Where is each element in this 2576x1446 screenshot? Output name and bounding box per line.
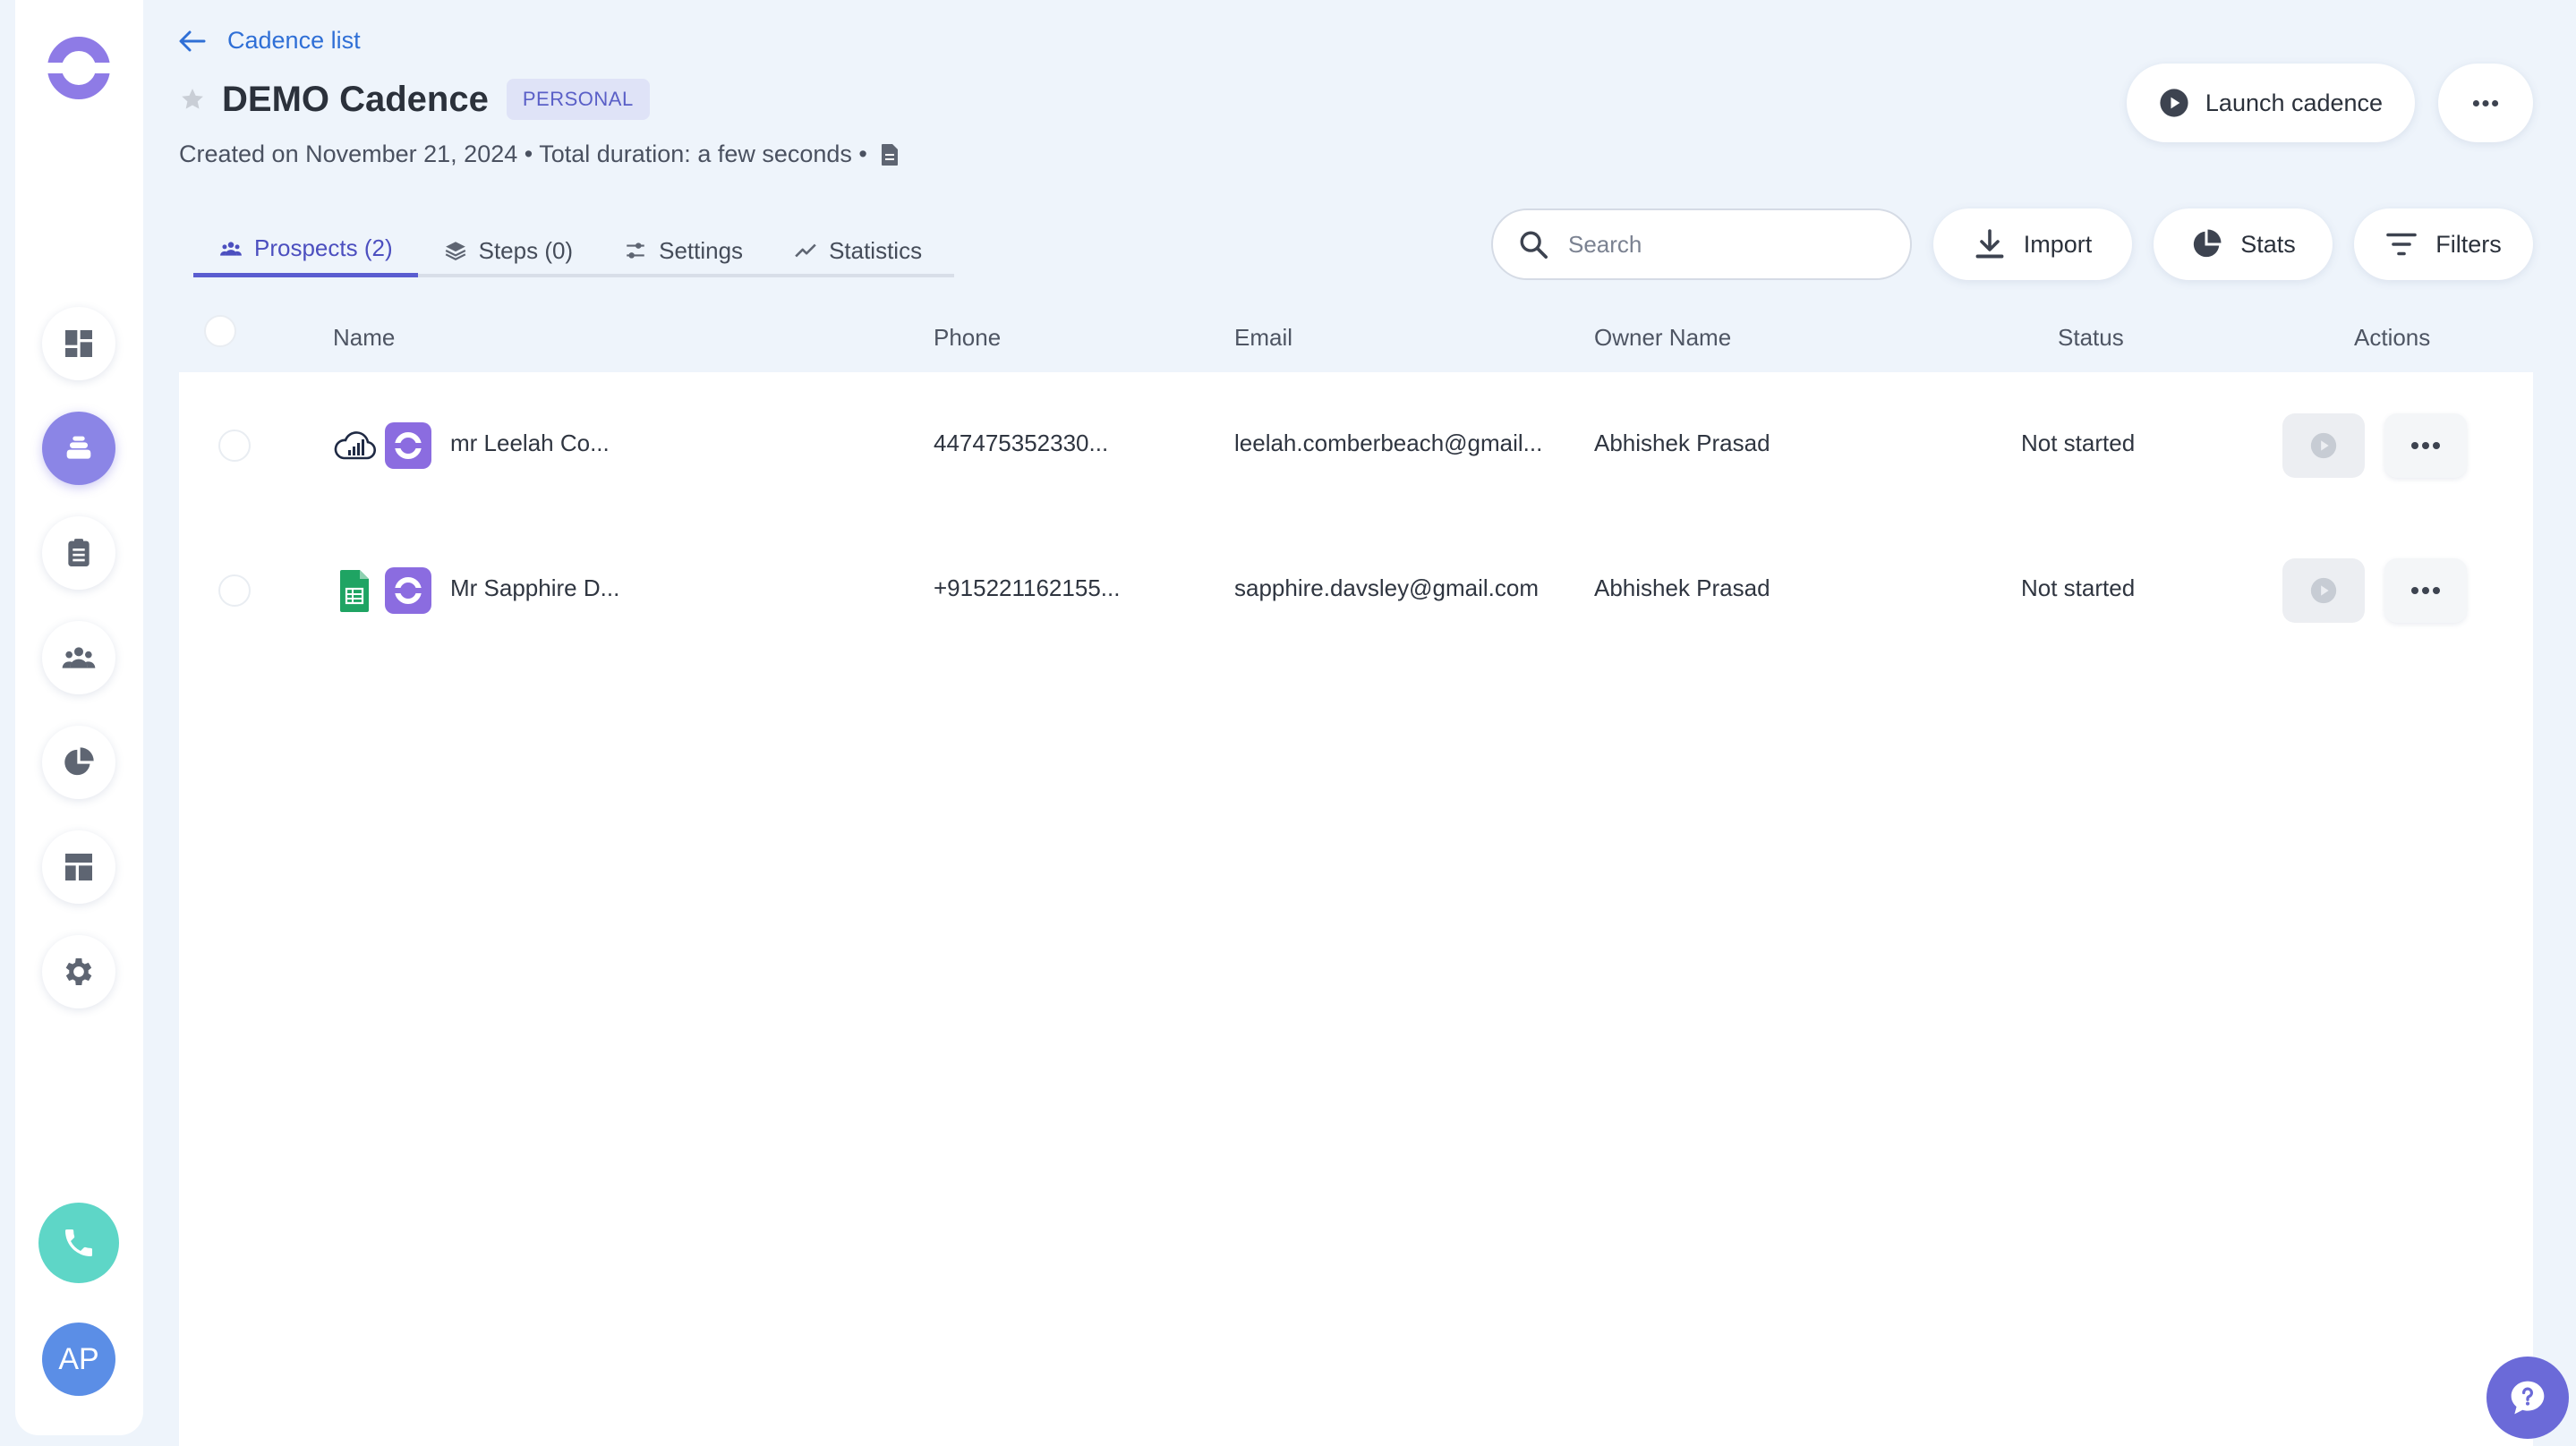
filters-label: Filters [2435,230,2502,258]
prospect-email: leelah.comberbeach@gmail... [1234,430,1543,456]
row-more-button[interactable] [2384,558,2467,623]
stats-button[interactable]: Stats [2154,208,2333,280]
launch-cadence-label: Launch cadence [2205,89,2384,116]
dialer-button[interactable] [38,1203,119,1283]
document-icon[interactable] [880,143,900,166]
layout-icon [65,854,92,880]
column-header-owner[interactable]: Owner Name [1594,324,1731,352]
column-header-name[interactable]: Name [333,324,395,352]
sidebar-item-tasks[interactable] [42,516,115,590]
download-icon [1975,229,2004,259]
table-row[interactable]: Mr Sapphire D... +915221162155... sapphi… [179,517,2533,662]
app-logo[interactable] [45,34,113,102]
column-header-status[interactable]: Status [2058,324,2124,352]
google-sheets-icon [340,570,369,612]
play-circle-icon [2310,432,2337,459]
sidebar-item-dashboard[interactable] [42,307,115,380]
avatar[interactable]: AP [42,1323,115,1396]
more-horizontal-icon [2472,99,2499,106]
back-to-cadence-list-link[interactable]: Cadence list [179,27,361,55]
prospect-status: Not started [2021,430,2136,456]
search-icon [1520,231,1548,259]
app-brand-icon [385,567,431,614]
row-more-button[interactable] [2384,413,2467,478]
stats-label: Stats [2240,230,2296,258]
tab-steps-label: Steps (0) [478,236,574,264]
sidebar-item-reports[interactable] [42,726,115,799]
avatar-initials: AP [58,1341,99,1376]
import-label: Import [2023,230,2093,258]
cadence-icon [66,436,91,459]
pie-chart-icon [2194,229,2222,258]
pie-chart-icon [64,747,94,776]
prospects-table: mr Leelah Co... 447475352330... leelah.c… [179,372,2533,1446]
more-options-button[interactable] [2438,64,2533,142]
people-icon [220,241,242,256]
column-header-actions: Actions [2354,324,2431,351]
search-box [1491,208,1912,280]
dashboard-icon [65,330,92,357]
row-checkbox[interactable] [218,430,251,462]
play-circle-icon [2160,89,2188,117]
people-icon [62,647,96,668]
more-horizontal-icon [2411,442,2440,449]
logo-icon [391,577,425,604]
cadence-meta-text: Created on November 21, 2024 • Total dur… [179,140,867,167]
prospect-email: sapphire.davsley@gmail.com [1234,574,1539,601]
help-chat-button[interactable] [2486,1357,2569,1439]
row-play-button[interactable] [2282,413,2365,478]
prospect-owner: Abhishek Prasad [1594,430,1770,456]
sliders-icon [627,242,644,259]
tab-statistics[interactable]: Statistics [768,224,947,277]
tab-statistics-label: Statistics [829,236,923,264]
prospect-status: Not started [2021,574,2136,601]
layers-icon [445,242,465,260]
prospect-name[interactable]: Mr Sapphire D... [450,574,619,602]
sidebar-item-cadences[interactable] [42,412,115,485]
logo-icon [391,432,425,459]
table-header: Name Phone Email Owner Name Status Actio… [179,301,2533,372]
table-row[interactable]: mr Leelah Co... 447475352330... leelah.c… [179,372,2533,517]
sidebar-item-people[interactable] [42,621,115,694]
search-input[interactable] [1568,230,1890,259]
row-checkbox[interactable] [218,574,251,607]
sidebar: AP [15,0,143,1435]
select-all-checkbox[interactable] [204,315,236,347]
more-horizontal-icon [2411,587,2440,594]
prospect-phone: 447475352330... [934,430,1109,456]
chat-help-icon [2511,1381,2545,1415]
title-row: DEMO Cadence PERSONAL [179,79,650,120]
column-header-phone[interactable]: Phone [934,324,1001,352]
visibility-badge: PERSONAL [506,79,650,120]
filters-button[interactable]: Filters [2354,208,2533,280]
sidebar-item-settings[interactable] [42,935,115,1008]
prospect-name[interactable]: mr Leelah Co... [450,430,610,457]
play-circle-icon [2310,577,2337,604]
sidebar-item-templates[interactable] [42,830,115,904]
star-icon[interactable] [179,86,206,113]
app-brand-icon [385,422,431,469]
prospect-owner: Abhishek Prasad [1594,574,1770,601]
tab-settings-label: Settings [659,236,744,264]
import-button[interactable]: Import [1933,208,2132,280]
filter-icon [2386,233,2418,256]
tab-steps[interactable]: Steps (0) [418,224,599,277]
tab-prospects-label: Prospects (2) [254,234,393,261]
tab-prospects[interactable]: Prospects (2) [193,224,418,277]
column-header-email[interactable]: Email [1234,324,1292,352]
page-title: DEMO Cadence [222,79,489,119]
back-link-label: Cadence list [227,27,361,54]
tab-bar: Prospects (2) Steps (0) Settings Statist… [193,224,954,277]
gear-icon [65,958,92,985]
prospect-phone: +915221162155... [934,574,1121,601]
clipboard-icon [68,539,90,566]
tab-settings[interactable]: Settings [598,224,768,277]
row-play-button[interactable] [2282,558,2365,623]
cloud-signal-icon [334,431,376,460]
launch-cadence-button[interactable]: Launch cadence [2127,64,2415,142]
arrow-left-icon [179,30,206,51]
trend-icon [795,243,816,258]
cadence-meta: Created on November 21, 2024 • Total dur… [179,140,900,168]
phone-icon [65,1229,92,1256]
